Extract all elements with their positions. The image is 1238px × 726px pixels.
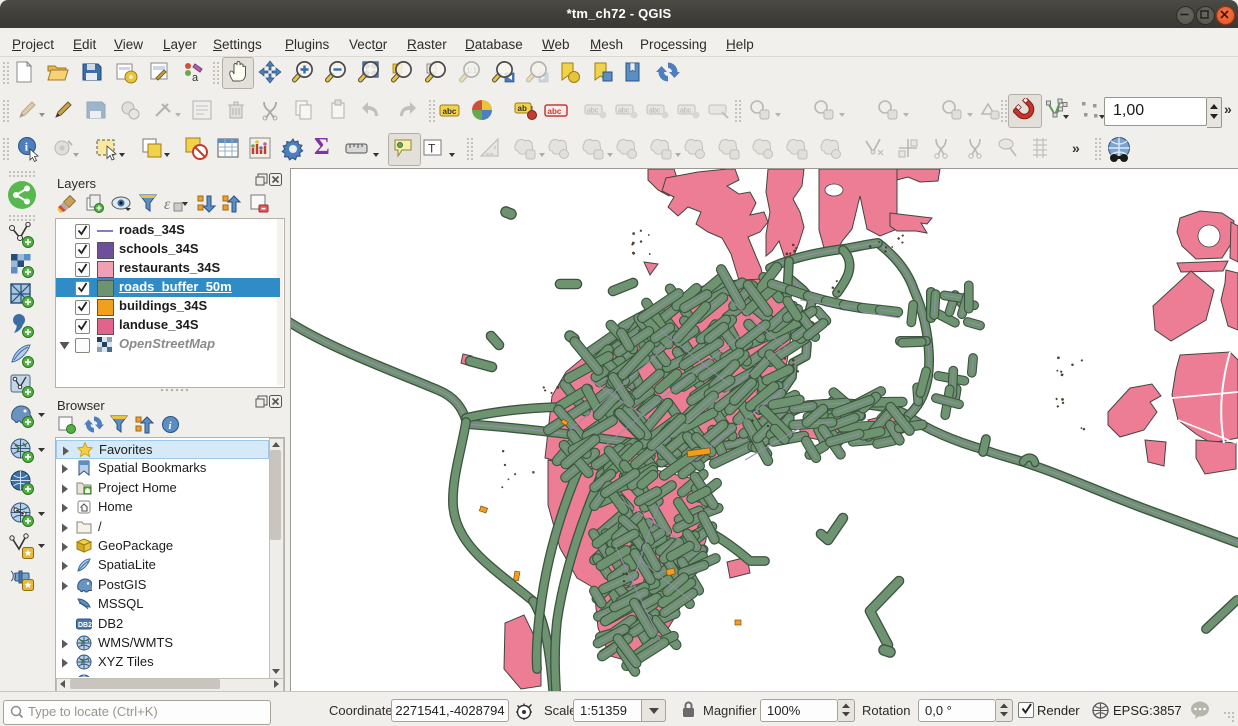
svg-text:T: T xyxy=(428,142,436,156)
svg-text:abc: abc xyxy=(548,107,562,116)
svg-text:ε: ε xyxy=(164,196,171,213)
svg-text:DB2: DB2 xyxy=(78,622,92,629)
svg-text:abc: abc xyxy=(618,108,630,115)
svg-text:a: a xyxy=(192,72,199,84)
svg-text:abc: abc xyxy=(649,108,661,115)
svg-text:abc: abc xyxy=(680,108,692,115)
svg-text:abc: abc xyxy=(443,107,457,116)
svg-text:ab: ab xyxy=(518,104,527,113)
svg-text:abc: abc xyxy=(587,108,599,115)
svg-text:1:1: 1:1 xyxy=(467,66,477,75)
